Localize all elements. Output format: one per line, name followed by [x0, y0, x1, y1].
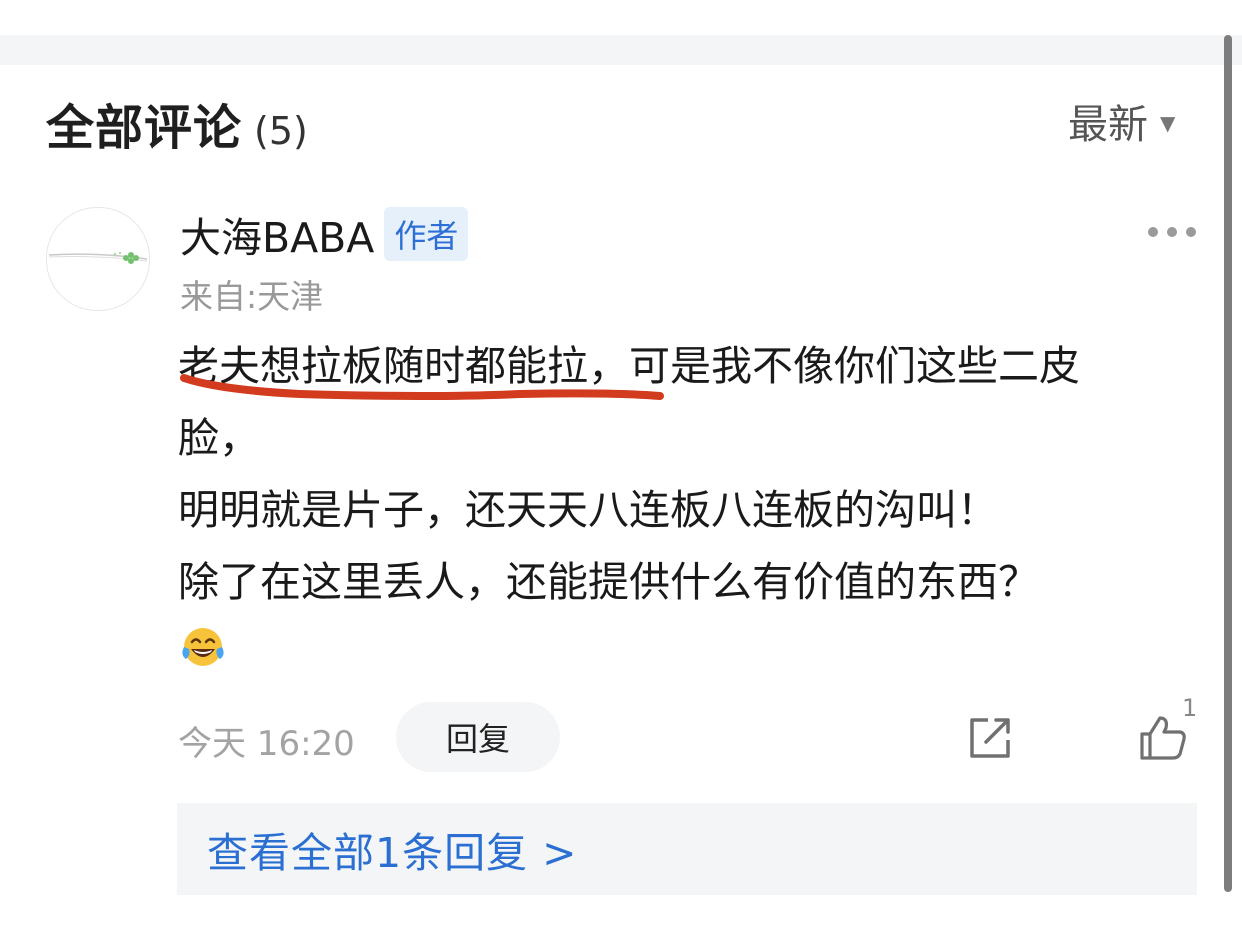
author-location: 来自:天津	[180, 277, 324, 316]
share-icon[interactable]	[966, 714, 1014, 762]
thumbs-up-icon[interactable]	[1138, 712, 1188, 762]
avatar-image	[48, 252, 148, 264]
comment-timestamp: 今天 16:20	[178, 724, 355, 764]
comment-line-2: 脸，	[178, 414, 260, 462]
comments-title: 全部评论	[46, 100, 243, 156]
comment-line-3: 明明就是片子，还天天八连板八连板的沟叫！	[178, 486, 998, 534]
author-badge: 作者	[384, 207, 469, 261]
sort-dropdown[interactable]: 最新 ▼	[1068, 96, 1176, 148]
more-dot	[1167, 227, 1177, 237]
top-separator-band	[0, 35, 1242, 65]
comments-page: 全部评论 (5) 最新 ▼ 大海BABA 作者 来自:天津 老夫想拉板随时都能拉…	[0, 0, 1242, 940]
more-dot	[1148, 227, 1158, 237]
view-all-replies-link[interactable]: 查看全部1条回复 >	[207, 819, 577, 879]
more-options-icon[interactable]	[1148, 226, 1196, 238]
comment-text: 可是我不像你们这些二皮	[629, 342, 1080, 390]
red-underline-annotation	[180, 374, 664, 400]
comment-line-4: 除了在这里丢人，还能提供什么有价值的东西？	[178, 558, 1039, 606]
view-replies-bar[interactable]: 查看全部1条回复 >	[177, 803, 1197, 895]
comment-author-row: 大海BABA 作者	[180, 207, 469, 262]
comments-header: 全部评论 (5)	[46, 88, 308, 156]
more-dot	[1186, 227, 1196, 237]
comments-count: (5)	[254, 109, 308, 153]
like-count: 1	[1182, 694, 1198, 722]
reply-button[interactable]: 回复	[396, 702, 560, 772]
avatar[interactable]	[46, 207, 150, 311]
sort-label: 最新	[1068, 102, 1148, 148]
scrollbar[interactable]	[1224, 35, 1232, 892]
author-name[interactable]: 大海BABA	[180, 204, 374, 264]
caret-down-icon: ▼	[1160, 111, 1176, 135]
laughing-tears-emoji	[182, 628, 224, 666]
